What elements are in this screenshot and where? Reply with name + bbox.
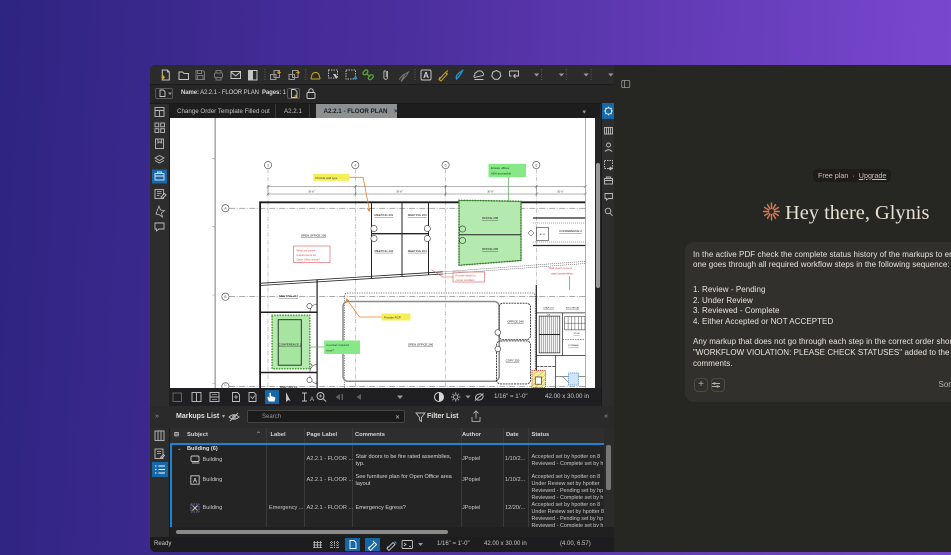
svg-text:Provide wall type: Provide wall type — [316, 176, 338, 180]
svg-text:STAIR 251: STAIR 251 — [543, 307, 554, 310]
svg-text:ADA accessible: ADA accessible — [491, 172, 511, 176]
svg-text:A: A — [423, 71, 429, 80]
svg-text:Open Office areas?: Open Office areas? — [297, 257, 321, 261]
svg-text:Ensure offices: Ensure offices — [491, 166, 510, 170]
svg-text:OPEN OFFICE 200: OPEN OFFICE 200 — [301, 234, 327, 238]
svg-text:Provide RCP: Provide RCP — [384, 316, 401, 320]
svg-text:Provide detail for: Provide detail for — [456, 274, 476, 278]
svg-text:36'-8": 36'-8" — [308, 189, 315, 193]
svg-text:Is power required: Is power required — [327, 343, 350, 347]
svg-text:36'-8": 36'-8" — [487, 189, 494, 193]
svg-text:CONFERENCE 2: CONFERENCE 2 — [279, 342, 302, 346]
svg-text:CONFERENCE 2: CONFERENCE 2 — [559, 229, 582, 233]
svg-text:corner condition: corner condition — [456, 278, 476, 282]
svg-text:rated assemblies,: rated assemblies, — [551, 271, 574, 275]
svg-text:A7-01: A7-01 — [540, 233, 547, 236]
svg-text:4: 4 — [354, 163, 356, 167]
svg-text:OFFICE 240: OFFICE 240 — [507, 320, 524, 324]
svg-text:OFFICE 208: OFFICE 208 — [482, 216, 499, 220]
svg-text:MEETING 202: MEETING 202 — [375, 249, 394, 253]
svg-text:MEETING 203: MEETING 203 — [408, 213, 427, 217]
svg-text:ELECTRICAL: ELECTRICAL — [566, 307, 580, 310]
svg-text:MEETING 204: MEETING 204 — [408, 249, 427, 253]
svg-text:COPY 250: COPY 250 — [506, 359, 520, 363]
svg-text:STOR: STOR — [573, 333, 579, 335]
svg-text:requirements for: requirements for — [297, 253, 317, 257]
svg-text:MEETING 247: MEETING 247 — [279, 294, 298, 298]
svg-text:Stair doors to be fi: Stair doors to be fi — [549, 266, 573, 270]
svg-text:5: 5 — [445, 163, 447, 167]
svg-text:OFFICE 209: OFFICE 209 — [482, 247, 499, 251]
svg-text:here?: here? — [327, 348, 335, 352]
svg-text:STORAGE: STORAGE — [568, 344, 579, 347]
svg-text:A: A — [310, 397, 314, 403]
svg-text:OPEN OFFICE 240: OPEN OFFICE 240 — [408, 342, 434, 346]
svg-text:6: 6 — [535, 163, 537, 167]
svg-text:36'-8": 36'-8" — [396, 189, 403, 193]
svg-text:What are power: What are power — [297, 248, 316, 252]
svg-text:MEETING 201: MEETING 201 — [375, 213, 394, 217]
svg-text:30'-0": 30'-0" — [557, 189, 564, 193]
svg-text:3: 3 — [267, 163, 269, 167]
svg-text:A: A — [193, 478, 198, 484]
